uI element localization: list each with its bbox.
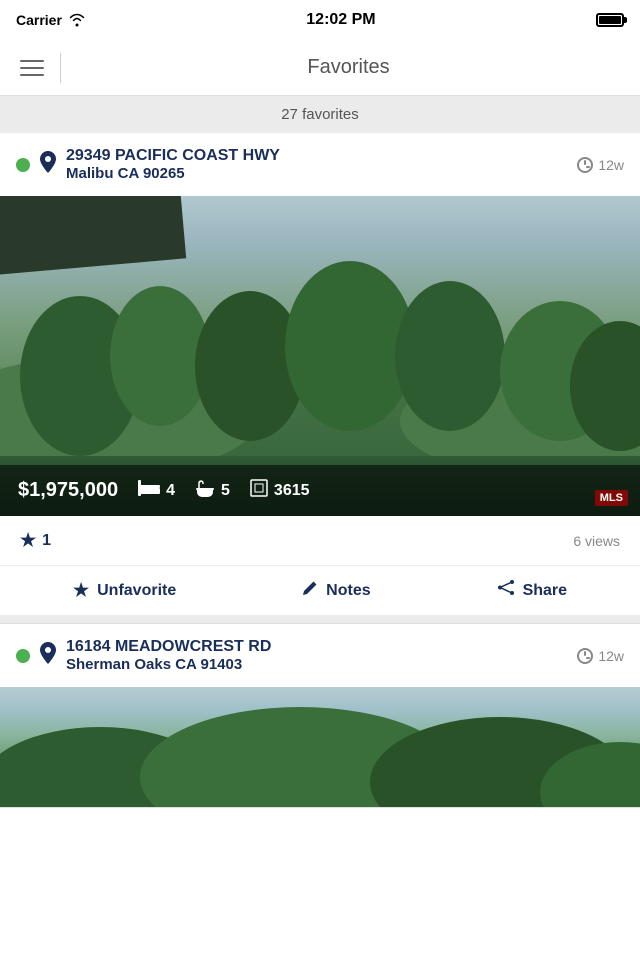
clock-icon-2 (577, 648, 593, 664)
listing-city-2: Sherman Oaks CA 91403 (66, 656, 567, 673)
listing-header[interactable]: 29349 PACIFIC COAST HWY Malibu CA 90265 … (0, 133, 640, 196)
bath-icon (195, 479, 215, 502)
baths-count: 5 (221, 482, 230, 500)
listing-address-2: 16184 MEADOWCREST RD Sherman Oaks CA 914… (66, 638, 567, 673)
listing-address: 29349 PACIFIC COAST HWY Malibu CA 90265 (66, 147, 567, 182)
page-title: Favorites (77, 56, 620, 79)
status-dot-active (16, 158, 30, 172)
app-header: Favorites (0, 40, 640, 96)
listing-time-2: 12w (577, 648, 624, 664)
listing-street-2: 16184 MEADOWCREST RD (66, 638, 567, 656)
menu-line-3 (20, 74, 44, 76)
beds-detail: 4 (138, 480, 175, 501)
status-bar: Carrier 12:02 PM (0, 0, 640, 40)
beds-count: 4 (166, 482, 175, 500)
status-carrier-wifi: Carrier (16, 12, 86, 28)
favorites-count-bar: 27 favorites (0, 96, 640, 133)
notes-button[interactable]: Notes (292, 580, 380, 601)
status-time: 12:02 PM (306, 11, 375, 29)
property-image[interactable]: $1,975,000 4 (0, 196, 640, 516)
listing-street: 29349 PACIFIC COAST HWY (66, 147, 567, 165)
sqft-count: 3615 (274, 482, 310, 500)
carrier-label: Carrier (16, 12, 62, 28)
battery-icon (596, 13, 624, 27)
status-battery (596, 13, 624, 27)
location-pin-icon-2 (40, 642, 56, 669)
share-button[interactable]: Share (487, 580, 577, 601)
star-icon: ★ (20, 530, 36, 551)
listing-price: $1,975,000 (18, 479, 118, 502)
menu-line-2 (20, 67, 44, 69)
actions-row: ★ 1 6 views (0, 516, 640, 566)
notes-label: Notes (326, 582, 370, 600)
mls-badge: MLS (595, 490, 628, 506)
status-dot-2 (16, 649, 30, 663)
listing-item-2: 16184 MEADOWCREST RD Sherman Oaks CA 914… (0, 624, 640, 808)
pencil-icon (302, 580, 318, 601)
unfavorite-label: Unfavorite (97, 582, 176, 600)
time-ago-2: 12w (598, 648, 624, 664)
listing-header-2[interactable]: 16184 MEADOWCREST RD Sherman Oaks CA 914… (0, 624, 640, 687)
trees-svg-2 (0, 707, 640, 807)
listing-item: 29349 PACIFIC COAST HWY Malibu CA 90265 … (0, 133, 640, 624)
bed-icon (138, 480, 160, 501)
favorites-count-label: 27 favorites (281, 106, 359, 123)
share-label: Share (523, 582, 567, 600)
action-buttons: ★ Unfavorite Notes Share (0, 566, 640, 623)
unfavorite-button[interactable]: ★ Unfavorite (63, 580, 186, 601)
views-count: 6 views (573, 533, 620, 549)
time-ago: 12w (598, 157, 624, 173)
sqft-detail: 3615 (250, 479, 310, 502)
trees-svg (0, 256, 640, 456)
star-number: 1 (42, 532, 51, 550)
share-icon (497, 580, 515, 601)
menu-button[interactable] (20, 60, 44, 76)
location-pin-icon (40, 151, 56, 178)
clock-icon (577, 157, 593, 173)
listing-time: 12w (577, 157, 624, 173)
listing-image-2[interactable] (0, 687, 640, 807)
unfavorite-star-icon: ★ (73, 580, 89, 601)
baths-detail: 5 (195, 479, 230, 502)
wifi-icon (68, 13, 86, 27)
header-divider (60, 53, 61, 83)
listing-city: Malibu CA 90265 (66, 165, 567, 182)
price-overlay: $1,975,000 4 (0, 465, 640, 516)
star-count: ★ 1 (20, 530, 573, 551)
menu-line-1 (20, 60, 44, 62)
sqft-icon (250, 479, 268, 502)
